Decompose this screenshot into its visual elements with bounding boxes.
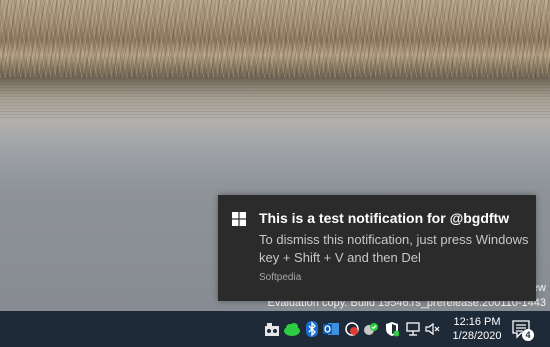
notification-count-badge: 4 <box>522 329 534 341</box>
green-check-shield-icon[interactable] <box>362 320 380 338</box>
notification-title: This is a test notification for @bgdftw <box>259 210 510 226</box>
bluetooth-icon[interactable] <box>303 320 321 338</box>
notification-attribution: Softpedia <box>259 272 302 283</box>
network-icon[interactable] <box>404 320 422 338</box>
dev-tool-icon[interactable] <box>263 320 281 338</box>
taskbar: 12:16 PM 1/28/2020 4 <box>0 311 550 347</box>
clock-date: 1/28/2020 <box>452 330 502 342</box>
outlook-icon[interactable] <box>322 320 340 338</box>
green-cloud-icon[interactable] <box>283 320 301 338</box>
red-tool-icon[interactable] <box>343 320 361 338</box>
wallpaper-reeds <box>0 0 550 78</box>
speaker-muted-icon[interactable] <box>424 320 442 338</box>
notification-body: To dismiss this notification, just press… <box>259 232 529 265</box>
taskbar-clock[interactable]: 12:16 PM 1/28/2020 <box>448 315 506 343</box>
toast-notification[interactable]: This is a test notification for @bgdftw … <box>218 195 536 301</box>
clock-time: 12:16 PM <box>453 316 501 328</box>
action-center-button[interactable]: 4 <box>510 318 536 342</box>
security-shield-icon[interactable] <box>383 320 401 338</box>
wallpaper-reflection <box>0 78 550 118</box>
windows-logo-icon <box>232 212 246 226</box>
